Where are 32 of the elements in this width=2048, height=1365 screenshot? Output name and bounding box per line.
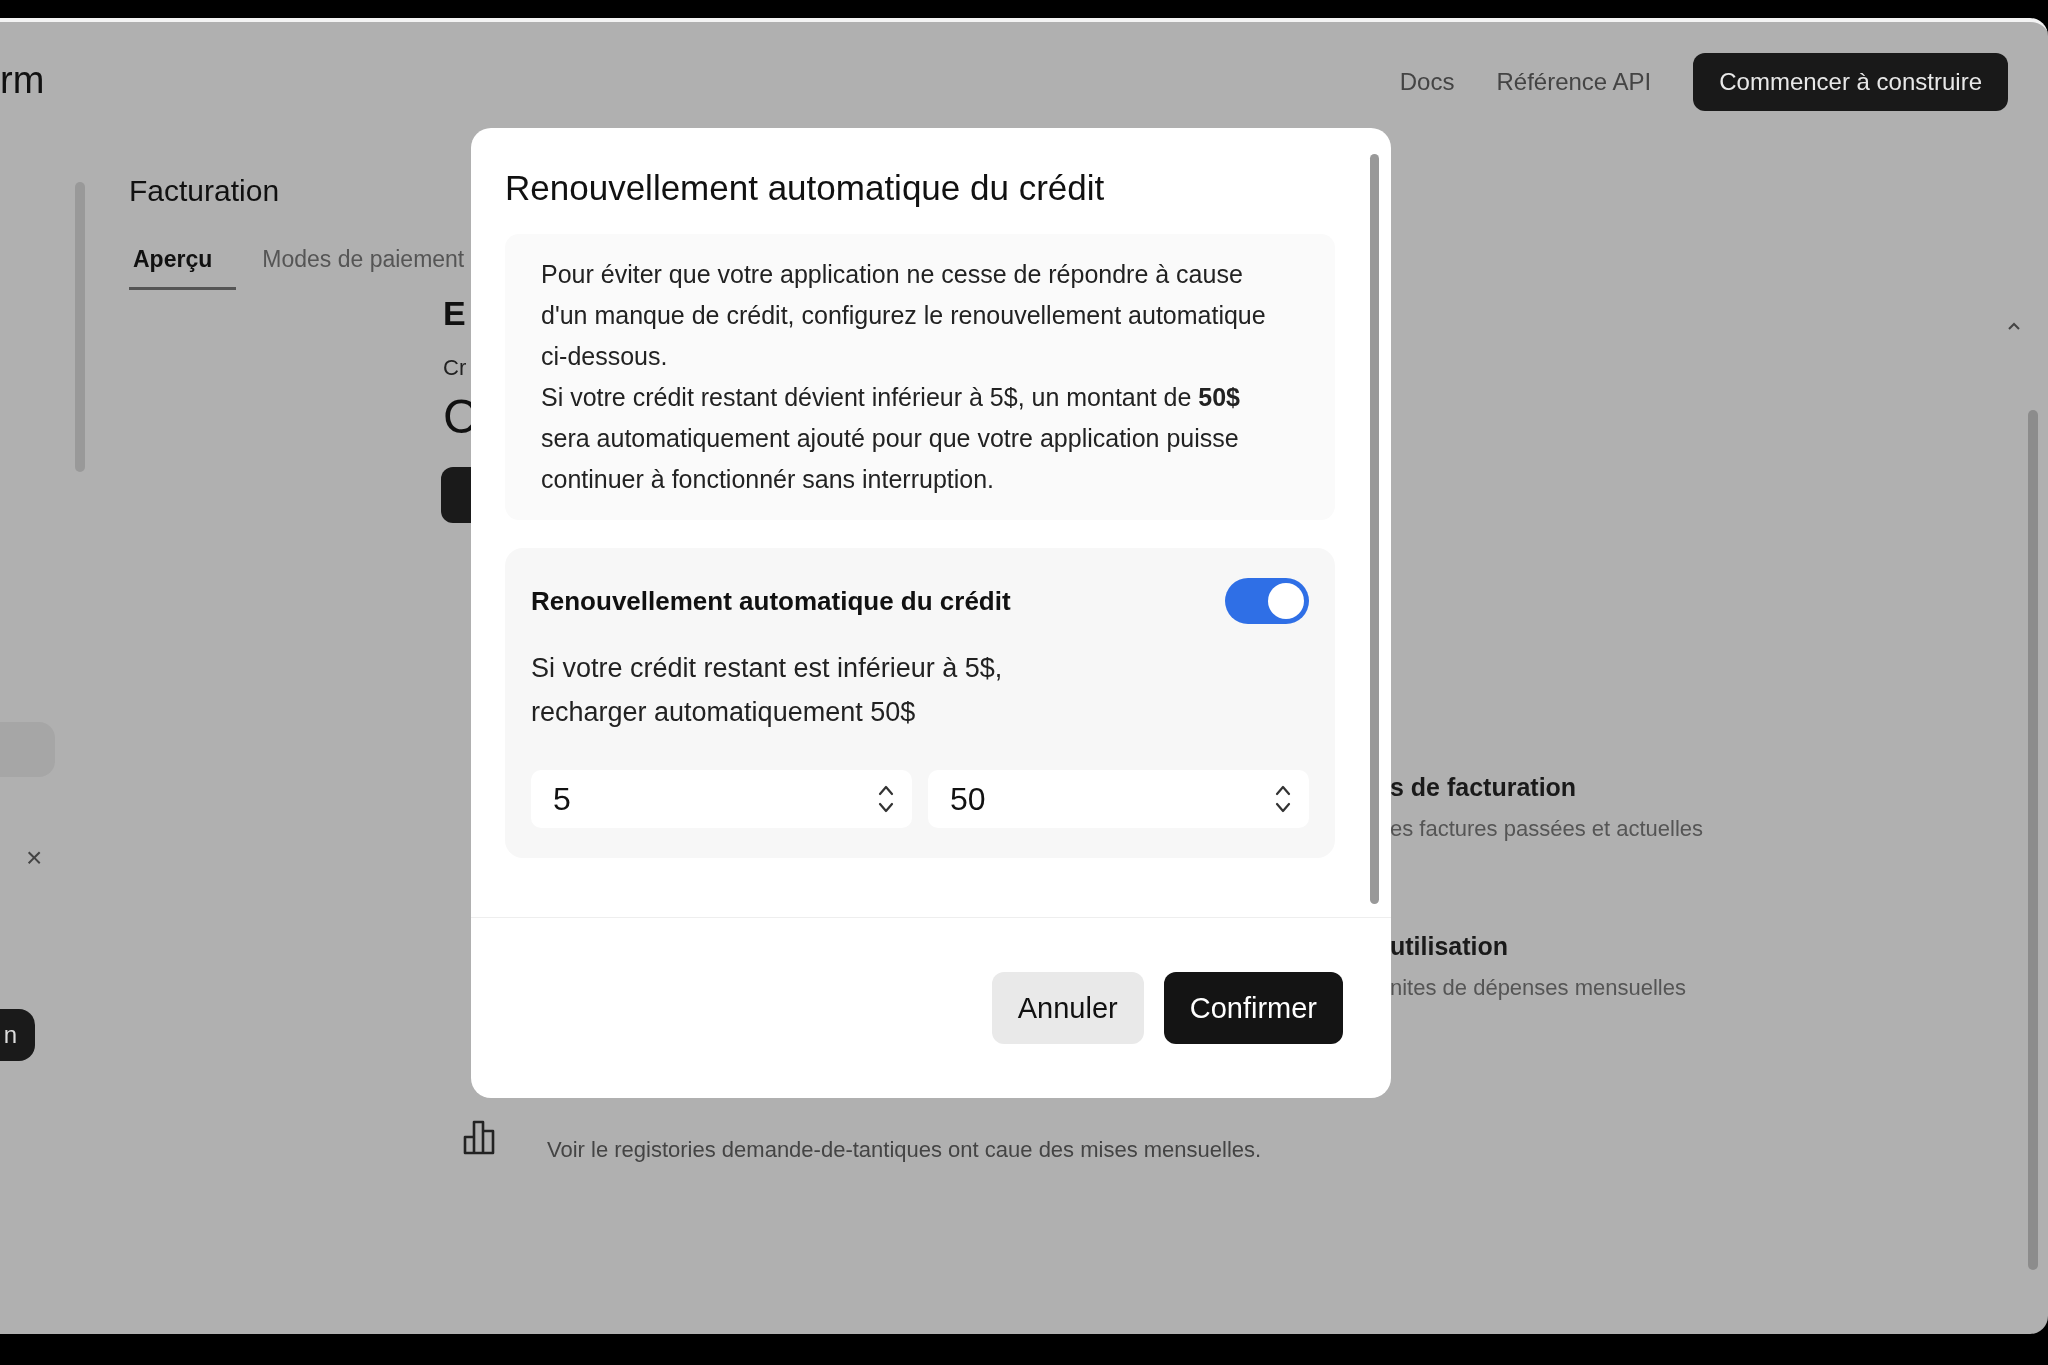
caret-icon[interactable] [2008,322,2020,330]
number-field[interactable]: 50 [928,770,1309,828]
balance-label: Cr [443,355,467,381]
row-description: nites de dépenses mensuelles [1390,975,1687,1001]
row-title: s de facturation [1390,773,1578,802]
setting-description: recharger automatiquement 50$ [531,696,917,729]
nav-link[interactable]: Référence API [1496,68,1652,96]
logo-text: rm [0,58,45,102]
scrollbar[interactable] [1370,154,1379,904]
info-text: Pour éviter que votre application ne cesse de répondre à cause d'un manque de crédit, configurez le renouvellement automatique ci-dessous. [541,259,1267,372]
bar-chart-icon [463,1119,497,1155]
scrollbar[interactable] [2028,410,2038,1270]
close-icon[interactable]: × [26,842,43,874]
nav-link[interactable]: Docs [1399,68,1455,96]
row-description: Voir le registories demande-de-tantiques ont caue des mises mensuelles. [547,1137,1262,1163]
stepper-icon[interactable] [1275,784,1291,814]
info-text: Si votre crédit restant dévient inférieur à 5$, un montant de 50$ sera automatiquement ajouté pour que votre application puisse continuer à fonctionnér sans interruption. [541,382,1242,495]
dialog-title: Renouvellement automatique du crédit [505,168,1106,208]
start-building-button[interactable]: Commencer à construire [1693,53,2008,111]
sidebar-button[interactable]: n [0,1009,35,1061]
page-title: Facturation [129,174,280,208]
setting-label: Renouvellement automatique du crédit [531,585,1011,617]
setting-description: Si votre crédit restant est inférieur à 5$, [531,652,1004,685]
confirm-button[interactable]: Confirmer [1163,972,1343,1044]
row-title: utilisation [1390,932,1510,961]
number-field[interactable]: 5 [531,770,912,828]
toggle-switch[interactable] [1225,578,1309,624]
cancel-button[interactable]: Annuler [991,972,1144,1044]
row-description: es factures passées et actuelles [1390,816,1704,842]
stepper-icon[interactable] [878,784,894,814]
tab[interactable]: Aperçu [129,246,237,290]
section-heading: E [443,294,466,333]
